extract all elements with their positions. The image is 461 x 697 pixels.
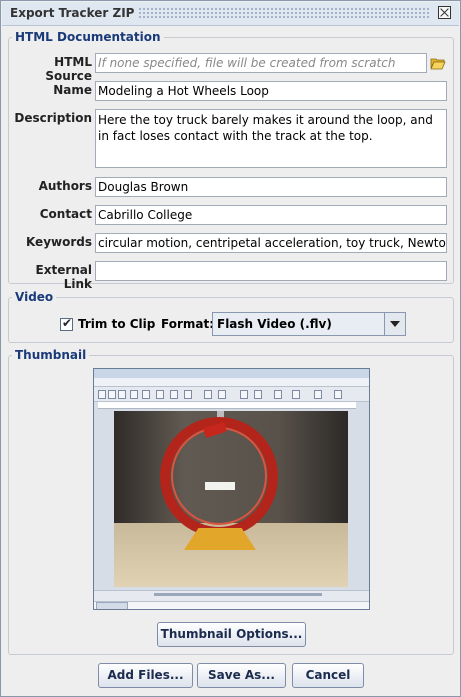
format-selected-value: Flash Video (.flv) [217, 317, 332, 331]
window-title: Export Tracker ZIP [10, 6, 135, 20]
description-textarea[interactable]: Here the toy truck barely makes it aroun… [95, 109, 447, 168]
thumbnail-menu-bar [94, 378, 369, 387]
keywords-label: Keywords [25, 235, 92, 249]
contact-input[interactable]: Cabrillo College [95, 205, 447, 225]
close-icon[interactable] [438, 6, 451, 19]
chevron-down-icon[interactable] [384, 313, 405, 335]
external-link-input[interactable] [95, 261, 447, 281]
thumbnail-toolbar [94, 387, 369, 402]
trim-to-clip-label[interactable]: Trim to Clip [78, 317, 155, 331]
html-source-input[interactable]: If none specified, file will be created … [95, 53, 427, 73]
keywords-input[interactable]: circular motion, centripetal acceleratio… [95, 233, 447, 253]
video-legend: Video [12, 290, 57, 304]
authors-input[interactable]: Douglas Brown [95, 177, 447, 197]
export-dialog: Export Tracker ZIP HTML Documentation HT… [0, 0, 461, 697]
thumbnail-video-frame [114, 411, 348, 587]
thumbnail-legend: Thumbnail [12, 348, 90, 362]
description-label: Description [14, 111, 92, 125]
folder-open-icon[interactable] [430, 57, 446, 70]
thumbnail-image [93, 368, 370, 610]
name-label: Name [53, 83, 92, 97]
authors-label: Authors [38, 179, 92, 193]
thumbnail-title-bar [94, 369, 369, 378]
name-input[interactable]: Modeling a Hot Wheels Loop [95, 81, 447, 101]
add-files-button[interactable]: Add Files... [98, 663, 193, 688]
save-as-button[interactable]: Save As... [197, 663, 286, 688]
external-link-label: External Link [35, 263, 92, 291]
title-bar[interactable]: Export Tracker ZIP [2, 2, 459, 26]
title-bar-grip [138, 7, 430, 20]
format-select[interactable]: Flash Video (.flv) [212, 312, 406, 336]
thumbnail-options-button[interactable]: Thumbnail Options... [157, 622, 306, 647]
cancel-button[interactable]: Cancel [292, 663, 364, 688]
checkmark-icon: ✔ [62, 316, 73, 330]
format-label: Format: [161, 317, 215, 331]
trim-to-clip-checkbox[interactable]: ✔ [60, 316, 73, 331]
html-documentation-legend: HTML Documentation [12, 30, 164, 44]
contact-label: Contact [39, 207, 92, 221]
html-source-label: HTML Source [45, 55, 92, 83]
thumbnail-ruler [98, 402, 356, 409]
